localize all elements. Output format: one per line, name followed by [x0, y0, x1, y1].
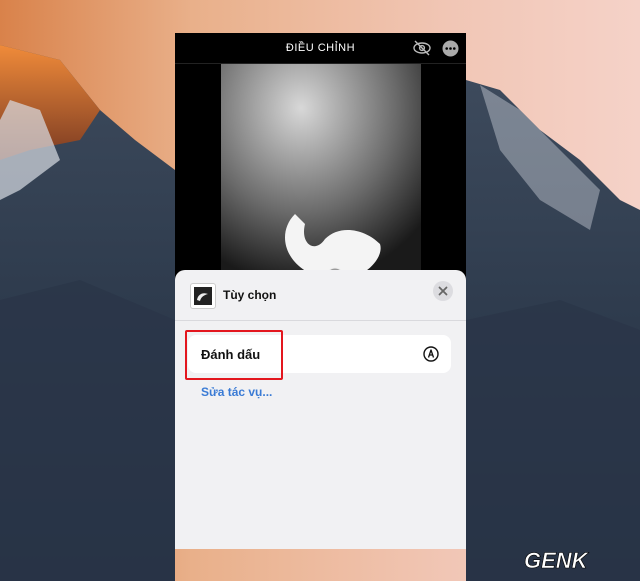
screen-title: ĐIỀU CHỈNH — [285, 42, 356, 54]
eye-slash-icon[interactable] — [412, 38, 432, 58]
highlight-box — [185, 330, 283, 380]
close-icon — [438, 286, 448, 296]
shortcut-thumbnail-icon — [194, 287, 212, 305]
ellipsis-circle-icon[interactable] — [442, 40, 459, 57]
genk-watermark-text: GENK — [524, 548, 590, 573]
sheet-header: Tùy chọn — [175, 270, 466, 321]
options-sheet: Tùy chọn Đánh dấu Sửa tác vụ... — [175, 270, 466, 549]
edit-actions-link[interactable]: Sửa tác vụ... — [201, 385, 272, 399]
sheet-title: Tùy chọn — [223, 288, 277, 302]
shortcut-editor-screen: ĐIỀU CHỈNH Tùy chọn Đánh dấu Sửa tác vụ.… — [175, 33, 466, 549]
image-preview — [175, 64, 466, 284]
close-button[interactable] — [433, 281, 453, 301]
shortcut-thumbnail — [190, 283, 216, 309]
genk-watermark: GENK — [524, 548, 590, 574]
screen-header: ĐIỀU CHỈNH — [175, 33, 466, 64]
markup-pen-icon — [423, 346, 439, 362]
